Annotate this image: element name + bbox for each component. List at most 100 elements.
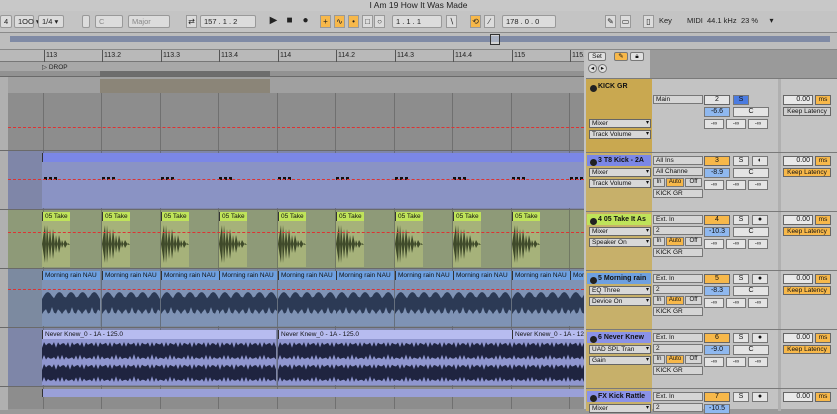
clip-header[interactable]: Morning rain NAU: [453, 271, 511, 280]
key-scale-select[interactable]: Major: [128, 15, 170, 28]
solo-button[interactable]: S: [733, 392, 749, 402]
track-header[interactable]: 4 05 Take It As Mixer Speaker On: [586, 212, 652, 270]
automation-device-select[interactable]: Mixer: [589, 119, 651, 128]
audio-clip[interactable]: [42, 221, 70, 267]
monitor-auto-button[interactable]: Auto: [666, 178, 684, 187]
output-select[interactable]: KICK GR: [653, 189, 703, 198]
input-channel-select[interactable]: 2: [653, 344, 703, 353]
keep-latency-toggle[interactable]: Keep Latency: [783, 286, 831, 295]
input-type-select[interactable]: Ext. In: [653, 333, 703, 342]
clip-header[interactable]: 05 Take E: [453, 212, 481, 221]
draw-mode-icon[interactable]: ✎: [605, 15, 616, 28]
arm-icon[interactable]: ◐: [752, 156, 768, 166]
solo-button[interactable]: S: [733, 274, 749, 284]
volume-field[interactable]: -9.0: [704, 345, 730, 355]
input-channel-select[interactable]: 2: [653, 226, 703, 235]
monitor-in-button[interactable]: In: [653, 296, 665, 305]
monitor-auto-button[interactable]: Auto: [666, 237, 684, 246]
delay-unit-toggle[interactable]: ms: [815, 333, 831, 343]
automation-parameter-select[interactable]: Gain: [589, 356, 651, 365]
monitor-auto-button[interactable]: Auto: [666, 296, 684, 305]
locator-lane[interactable]: ▷ DROP: [0, 62, 590, 71]
track-title[interactable]: 4 05 Take It As: [587, 214, 651, 225]
clip-header[interactable]: 05 Take E: [512, 212, 540, 221]
send-field[interactable]: -∞: [726, 119, 746, 129]
send-field[interactable]: -∞: [704, 357, 724, 367]
pan-field[interactable]: C: [733, 345, 769, 355]
cpu-dropdown-icon[interactable]: ▾: [766, 15, 777, 28]
input-channel-select[interactable]: All Channe: [653, 167, 703, 176]
delay-unit-toggle[interactable]: ms: [815, 274, 831, 284]
keep-latency-toggle[interactable]: Keep Latency: [783, 168, 831, 177]
solo-button[interactable]: S: [733, 156, 749, 166]
track-activator[interactable]: 6: [704, 333, 730, 343]
delay-unit-toggle[interactable]: ms: [815, 392, 831, 402]
clip-header[interactable]: 05 Take E: [42, 212, 70, 221]
track-lane[interactable]: [0, 386, 590, 410]
track-delay-field[interactable]: 0.00: [783, 333, 813, 343]
lock-icon[interactable]: 🔒︎: [630, 52, 644, 61]
audio-clip[interactable]: [512, 221, 540, 267]
volume-field[interactable]: -8.9: [704, 168, 730, 178]
track-lane[interactable]: [0, 76, 590, 151]
audio-clip[interactable]: [278, 339, 512, 385]
delay-unit-toggle[interactable]: ms: [815, 95, 831, 105]
track-activator[interactable]: 7: [704, 392, 730, 402]
send-field[interactable]: -∞: [704, 239, 724, 249]
clip-header[interactable]: Never Knew_0 - 1A - 125.0: [512, 330, 584, 339]
automation-line[interactable]: [8, 289, 584, 290]
quantization-select[interactable]: 1/4 ▾: [38, 15, 64, 28]
key-map-label[interactable]: Key: [656, 15, 676, 28]
track-delay-field[interactable]: 0.00: [783, 392, 813, 402]
group-clip-strip[interactable]: [8, 77, 584, 93]
delay-unit-toggle[interactable]: ms: [815, 156, 831, 166]
tempo-field[interactable]: 157 . 1 . 2: [200, 15, 256, 28]
automation-device-select[interactable]: UAD SPL Tran: [589, 345, 651, 354]
audio-clip[interactable]: [102, 280, 160, 326]
send-field[interactable]: -∞: [748, 119, 768, 129]
loop-switch-icon[interactable]: ⟲: [470, 15, 481, 28]
send-field[interactable]: -∞: [726, 239, 746, 249]
audio-clip[interactable]: [278, 280, 336, 326]
overdub-icon[interactable]: +: [320, 15, 331, 28]
keep-latency-toggle[interactable]: Keep Latency: [783, 227, 831, 236]
audio-clip[interactable]: [395, 280, 453, 326]
send-field[interactable]: -∞: [748, 239, 768, 249]
solo-button[interactable]: S: [733, 215, 749, 225]
track-title[interactable]: KICK GR: [587, 81, 651, 92]
track-title[interactable]: 3 T8 Kick - 2A: [587, 155, 651, 166]
send-field[interactable]: -∞: [748, 357, 768, 367]
monitor-off-button[interactable]: Off: [685, 355, 702, 364]
keep-latency-toggle[interactable]: Keep Latency: [783, 345, 831, 354]
keep-latency-toggle[interactable]: Keep Latency: [783, 107, 831, 116]
output-select[interactable]: KICK GR: [653, 248, 703, 257]
loop-record-icon[interactable]: •: [348, 15, 359, 28]
track-delay-field[interactable]: 0.00: [783, 156, 813, 166]
track-header[interactable]: KICK GR Mixer Track Volume: [586, 79, 652, 152]
arrangement-position[interactable]: 1 . 1 . 1: [392, 15, 442, 28]
monitor-auto-button[interactable]: Auto: [666, 355, 684, 364]
audio-clip[interactable]: [336, 221, 364, 267]
audio-clip[interactable]: [336, 280, 394, 326]
follow-icon[interactable]: ⇄: [186, 15, 197, 28]
group-clip-overview[interactable]: [100, 79, 270, 93]
fold-icon[interactable]: [590, 395, 597, 402]
automation-device-select[interactable]: Mixer: [589, 168, 651, 177]
send-field[interactable]: -∞: [704, 180, 724, 190]
audio-clip[interactable]: [453, 280, 511, 326]
input-channel-select[interactable]: 2: [653, 403, 703, 412]
overview-selection[interactable]: [490, 34, 500, 45]
arrangement-overview[interactable]: [0, 33, 837, 50]
track-delay-field[interactable]: 0.00: [783, 274, 813, 284]
track-delay-field[interactable]: 0.00: [783, 95, 813, 105]
arm-icon[interactable]: ●: [752, 333, 768, 343]
monitor-in-button[interactable]: In: [653, 355, 665, 364]
clip-header[interactable]: Morning rain NAU: [570, 271, 584, 280]
clip-header[interactable]: Morning rain NAU: [161, 271, 219, 280]
track-activator[interactable]: 3: [704, 156, 730, 166]
track-header[interactable]: 5 Morning rain EQ Three Device On: [586, 271, 652, 329]
capture-icon[interactable]: □: [362, 15, 373, 28]
metronome-icon[interactable]: [82, 15, 90, 28]
solo-button[interactable]: S: [733, 333, 749, 343]
clip-header[interactable]: Morning rain NAU: [336, 271, 394, 280]
